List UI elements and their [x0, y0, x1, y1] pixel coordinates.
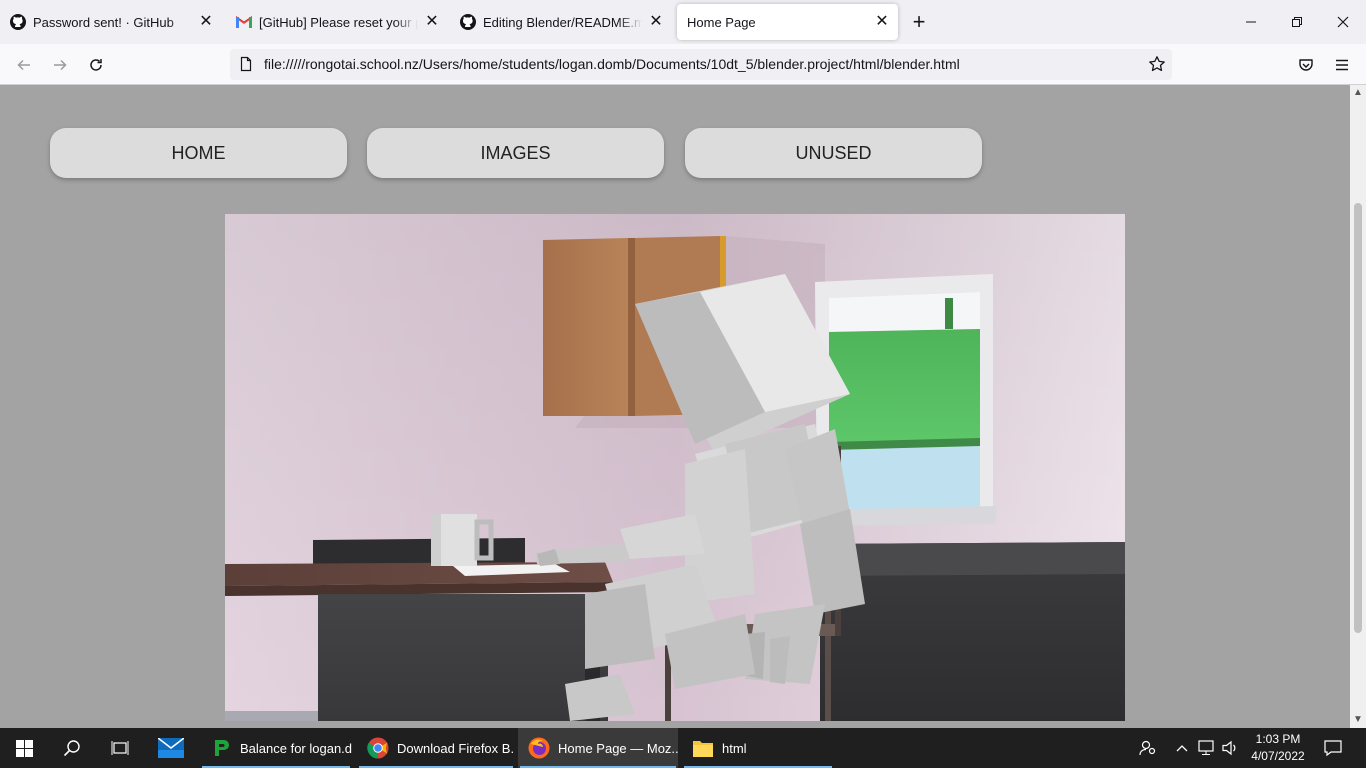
pocket-icon	[1299, 59, 1313, 71]
forward-button[interactable]	[45, 50, 75, 80]
bookmark-star-icon[interactable]	[1148, 55, 1166, 73]
navigation-toolbar: file://///rongotai.school.nz/Users/home/…	[0, 44, 1366, 85]
tab-reset-password[interactable]: [GitHub] Please reset your password ✕	[226, 4, 448, 40]
close-tab-icon[interactable]: ✕	[648, 14, 664, 30]
address-bar[interactable]: file://///rongotai.school.nz/Users/home/…	[230, 49, 1172, 80]
forward-arrow-icon	[54, 59, 67, 71]
close-icon	[1337, 16, 1349, 28]
close-tab-icon[interactable]: ✕	[874, 14, 890, 30]
taskbar-app-label: Balance for logan.d...	[240, 740, 352, 756]
mail-icon	[158, 738, 184, 758]
gmail-icon	[236, 14, 252, 30]
chevron-up-icon	[1176, 745, 1188, 752]
tab-home-page[interactable]: Home Page ✕	[677, 4, 898, 40]
search-button[interactable]	[48, 728, 96, 768]
taskbar-app-firefox[interactable]: Home Page — Moz...	[518, 728, 678, 768]
reload-button[interactable]	[81, 50, 111, 80]
page-icon	[240, 56, 252, 72]
tab-editing-readme[interactable]: Editing Blender/README.md at main ✕	[450, 4, 672, 40]
taskbar-app-balance[interactable]: Balance for logan.d...	[200, 728, 352, 768]
reload-icon	[90, 59, 102, 71]
taskbar-app-chrome[interactable]: Download Firefox B...	[357, 728, 515, 768]
app-green-icon	[210, 737, 232, 759]
volume-button[interactable]	[1220, 728, 1242, 768]
github-icon	[460, 14, 476, 30]
new-tab-button[interactable]: +	[906, 10, 932, 36]
taskbar-app-label: Download Firefox B...	[397, 740, 515, 756]
nav-images-button[interactable]: IMAGES	[367, 128, 664, 178]
firefox-icon	[528, 737, 550, 759]
scrollbar-thumb[interactable]	[1354, 203, 1362, 633]
page-content: HOME IMAGES UNUSED	[0, 85, 1350, 728]
chrome-icon	[367, 737, 389, 759]
close-tab-icon[interactable]: ✕	[198, 14, 214, 30]
tab-title: [GitHub] Please reset your password	[259, 14, 418, 30]
scroll-up-icon[interactable]: ▲	[1350, 85, 1366, 101]
hamburger-menu-icon	[1336, 59, 1348, 71]
back-arrow-icon	[17, 59, 30, 71]
clock-time: 1:03 PM	[1255, 732, 1301, 746]
task-view-button[interactable]	[96, 728, 144, 768]
tab-title: Home Page	[687, 14, 756, 30]
start-button[interactable]	[0, 728, 48, 768]
minimize-icon	[1246, 21, 1256, 23]
tab-password-sent[interactable]: Password sent! · GitHub ✕	[0, 4, 222, 40]
people-button[interactable]	[1134, 728, 1162, 768]
close-tab-icon[interactable]: ✕	[424, 14, 440, 30]
network-icon	[1198, 740, 1214, 755]
clock-date: 4/07/2022	[1251, 749, 1305, 763]
pocket-button[interactable]	[1291, 50, 1321, 80]
tab-strip: Password sent! · GitHub ✕ [GitHub] Pleas…	[0, 0, 1366, 44]
close-window-button[interactable]	[1320, 0, 1366, 44]
taskbar-app-label: Home Page — Moz...	[558, 740, 678, 756]
tab-title: Editing Blender/README.md at main	[483, 14, 642, 30]
scroll-down-icon[interactable]: ▼	[1350, 712, 1366, 728]
nav-unused-button[interactable]: UNUSED	[685, 128, 982, 178]
notification-icon	[1324, 740, 1342, 757]
network-button[interactable]	[1196, 728, 1218, 768]
taskbar-app-explorer[interactable]: html	[682, 728, 834, 768]
taskbar-clock[interactable]: 1:03 PM 4/07/2022	[1245, 731, 1311, 765]
tab-title: Password sent! · GitHub	[33, 14, 174, 30]
blender-render-image	[225, 214, 1125, 721]
restore-icon	[1292, 17, 1302, 27]
task-view-icon	[111, 741, 129, 755]
volume-icon	[1222, 740, 1236, 756]
windows-taskbar: Balance for logan.d... Download Firefox …	[0, 728, 1366, 768]
search-icon	[63, 740, 80, 757]
restore-button[interactable]	[1274, 0, 1320, 44]
folder-icon	[692, 737, 714, 759]
vertical-scrollbar[interactable]: ▲ ▼	[1350, 85, 1366, 728]
menu-button[interactable]	[1327, 50, 1357, 80]
back-button[interactable]	[9, 50, 39, 80]
mail-app-button[interactable]	[147, 728, 195, 768]
nav-home-button[interactable]: HOME	[50, 128, 347, 178]
windows-logo-icon	[15, 739, 33, 757]
taskbar-app-label: html	[722, 740, 747, 756]
url-text: file://///rongotai.school.nz/Users/home/…	[264, 56, 960, 72]
github-icon	[10, 14, 26, 30]
action-center-button[interactable]	[1318, 728, 1348, 768]
minimize-button[interactable]	[1228, 0, 1274, 44]
show-hidden-icons-button[interactable]	[1172, 728, 1192, 768]
people-icon	[1139, 740, 1156, 756]
